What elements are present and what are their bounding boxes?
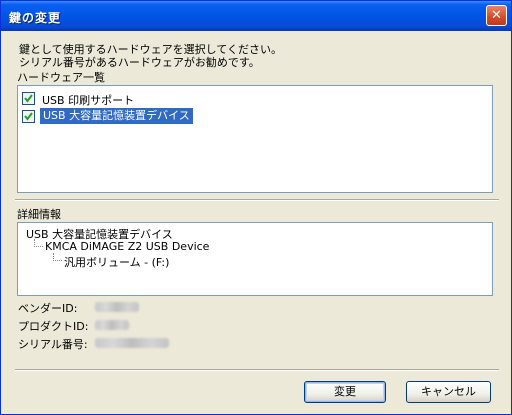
product-id-label: プロダクトID: [18,320,89,333]
hardware-list-label: ハードウェア一覧 [17,71,105,84]
title-bar[interactable]: 鍵の変更 ✕ [1,1,511,31]
instruction-line-2: シリアル番号があるハードウェアがお勧めです。 [19,56,260,69]
checkmark-icon [24,94,33,103]
hardware-listbox[interactable]: USB 印刷サポート USB 大容量記憶装置デバイス [17,85,493,193]
checkbox-usb-print-support[interactable] [22,92,35,105]
separator-top [15,199,499,201]
vendor-id-label: ベンダーID: [18,302,78,315]
hardware-item-usb-print-support[interactable]: USB 印刷サポート [22,90,202,107]
details-tree[interactable]: USB 大容量記憶装置デバイス KMCA DiMAGE Z2 USB Devic… [17,222,493,296]
dialog-window: 鍵の変更 ✕ 鍵として使用するハードウェアを選択してください。 シリアル番号があ… [0,0,512,415]
serial-number-value-redacted [95,338,169,348]
cancel-button[interactable]: キャンセル [406,381,491,403]
hardware-item-label-selected: USB 大容量記憶装置デバイス [40,108,193,124]
hardware-item-label: USB 印刷サポート [42,94,135,107]
tree-connector [34,239,43,247]
tree-node-volume[interactable]: 汎用ボリューム - (F:) [64,254,169,270]
change-button[interactable]: 変更 [304,381,386,403]
hardware-item-usb-mass-storage[interactable]: USB 大容量記憶装置デバイス [22,108,208,124]
checkbox-usb-mass-storage[interactable] [22,110,35,123]
vendor-id-value-redacted [95,302,139,312]
serial-number-label: シリアル番号: [18,338,88,351]
close-icon: ✕ [491,8,502,23]
window-title: 鍵の変更 [9,11,62,25]
product-id-value-redacted [95,320,129,330]
close-button[interactable]: ✕ [486,5,507,26]
tree-connector [53,253,62,261]
details-label: 詳細情報 [17,208,61,221]
separator-bottom [15,369,499,371]
tree-node-device[interactable]: KMCA DiMAGE Z2 USB Device [45,240,209,253]
checkmark-icon [24,112,33,121]
